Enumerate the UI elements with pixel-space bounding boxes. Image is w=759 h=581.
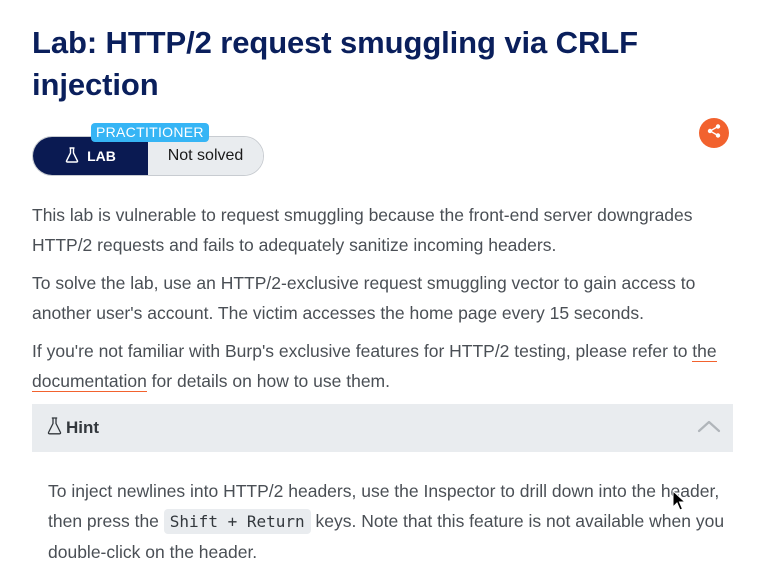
lab-badge-label: LAB — [87, 148, 116, 164]
paragraph-text: If you're not familiar with Burp's exclu… — [32, 341, 693, 361]
mouse-cursor-icon — [672, 489, 687, 517]
description-paragraph-3: If you're not familiar with Burp's exclu… — [32, 336, 732, 396]
share-button[interactable] — [699, 118, 729, 148]
level-tag: PRACTITIONER — [91, 123, 209, 142]
description-paragraph-2: To solve the lab, use an HTTP/2-exclusiv… — [32, 273, 696, 323]
flask-icon — [65, 146, 79, 166]
chevron-up-icon[interactable] — [697, 419, 721, 438]
lab-status-widget: LAB Not solved PRACTITIONER — [32, 123, 264, 176]
paragraph-text: for details on how to use them. — [146, 371, 391, 391]
page-title: Lab: HTTP/2 request smuggling via CRLF i… — [32, 25, 638, 102]
lab-status-pill: LAB Not solved — [32, 136, 264, 176]
flask-icon — [47, 416, 62, 440]
lab-badge: LAB — [33, 137, 148, 175]
hint-content: To inject newlines into HTTP/2 headers, … — [48, 476, 728, 567]
hint-title: Hint — [66, 418, 100, 437]
keyboard-shortcut: Shift + Return — [163, 509, 311, 534]
lab-status: Not solved — [148, 137, 263, 175]
description-paragraph-1: This lab is vulnerable to request smuggl… — [32, 205, 693, 255]
hint-toggle[interactable]: Hint — [32, 404, 733, 452]
lab-page: Lab: HTTP/2 request smuggling via CRLF i… — [0, 0, 759, 581]
share-icon — [706, 123, 722, 144]
